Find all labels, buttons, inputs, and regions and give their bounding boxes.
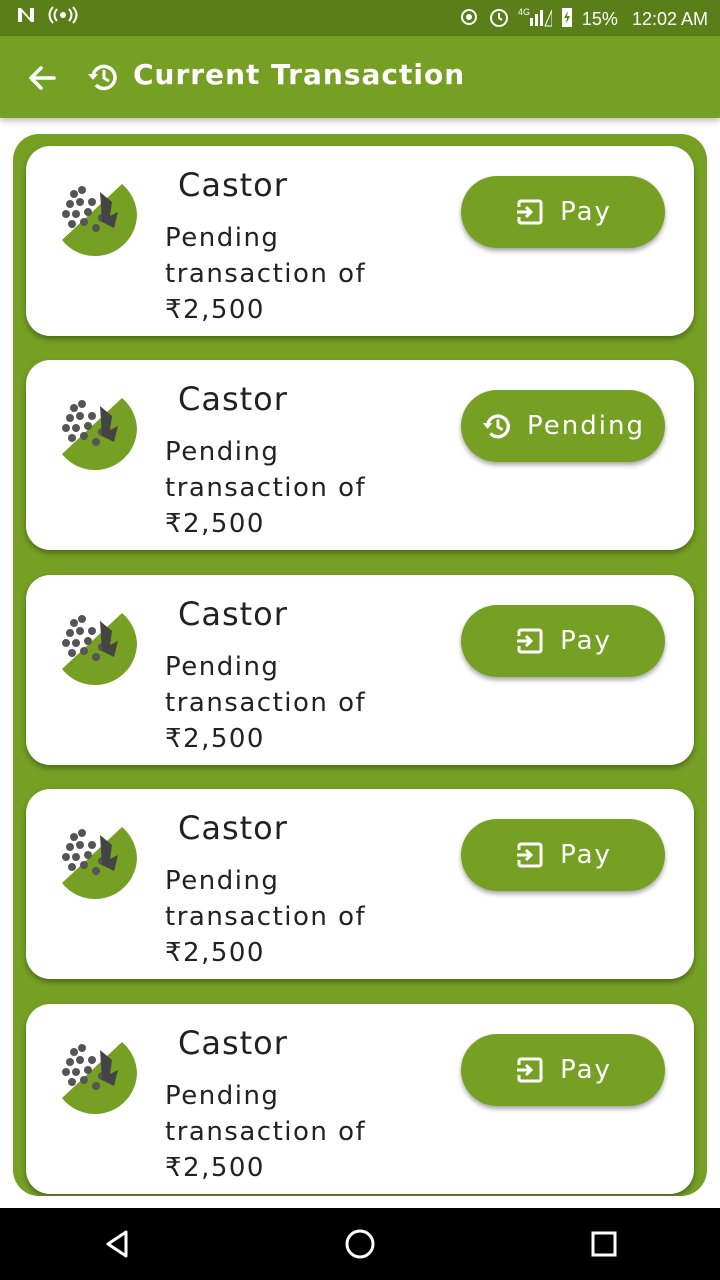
nav-back-icon[interactable] [102, 1228, 134, 1260]
nav-home-icon[interactable] [344, 1228, 376, 1260]
crop-name: Castor [178, 166, 288, 204]
hotspot-icon [48, 6, 78, 29]
battery-icon [560, 6, 574, 33]
crop-name: Castor [178, 809, 288, 847]
wifi-tethering-icon [458, 6, 480, 33]
transaction-card[interactable]: Castor Pending transaction of ₹2,500 Pay [26, 789, 694, 979]
exit-to-app-icon [517, 1057, 543, 1083]
castor-plant-thumbnail [52, 601, 138, 687]
crop-name: Castor [178, 380, 288, 418]
transaction-description: Pending transaction of ₹2,500 [165, 866, 367, 968]
castor-plant-thumbnail [52, 815, 138, 901]
transaction-description: Pending transaction of ₹2,500 [165, 652, 367, 754]
castor-plant-thumbnail [52, 386, 138, 472]
page-title: Current Transaction [133, 58, 466, 91]
castor-plant-thumbnail [52, 172, 138, 258]
app-bar: Current Transaction [0, 36, 720, 118]
castor-plant-thumbnail [52, 1030, 138, 1116]
notification-n-icon [16, 6, 36, 29]
transaction-description: Pending transaction of ₹2,500 [165, 1081, 367, 1183]
crop-name: Castor [178, 1024, 288, 1062]
pay-button[interactable]: Pay [461, 1034, 665, 1106]
nav-recents-icon[interactable] [588, 1228, 620, 1260]
pay-button-label: Pay [560, 840, 612, 870]
history-icon [482, 414, 510, 439]
svg-text:4G: 4G [518, 7, 530, 17]
pay-button-label: Pay [560, 1055, 612, 1085]
back-arrow-icon[interactable] [24, 60, 60, 96]
transaction-card[interactable]: Castor Pending transaction of ₹2,500 Pay [26, 1004, 694, 1194]
status-bar: 4G 15% 12:02 AM [0, 0, 720, 36]
pending-button[interactable]: Pending [461, 390, 665, 462]
transaction-card[interactable]: Castor Pending transaction of ₹2,500 Pay [26, 146, 694, 336]
alarm-icon [488, 6, 510, 33]
pay-button[interactable]: Pay [461, 176, 665, 248]
system-nav-bar [0, 1208, 720, 1280]
history-icon [86, 60, 120, 94]
pay-button-label: Pay [560, 626, 612, 656]
exit-to-app-icon [517, 628, 543, 654]
pay-button[interactable]: Pay [461, 819, 665, 891]
signal-icon: 4G [518, 6, 553, 33]
transaction-card[interactable]: Castor Pending transaction of ₹2,500 Pay [26, 575, 694, 765]
transaction-card[interactable]: Castor Pending transaction of ₹2,500 Pen… [26, 360, 694, 550]
transaction-list[interactable]: Castor Pending transaction of ₹2,500 Pay… [13, 134, 707, 1196]
exit-to-app-icon [517, 199, 543, 225]
clock: 12:02 AM [631, 9, 708, 29]
pending-button-label: Pending [527, 411, 645, 441]
battery-percent: 15% [581, 9, 618, 29]
pay-button[interactable]: Pay [461, 605, 665, 677]
crop-name: Castor [178, 595, 288, 633]
transaction-description: Pending transaction of ₹2,500 [165, 437, 367, 539]
transaction-description: Pending transaction of ₹2,500 [165, 223, 367, 325]
pay-button-label: Pay [560, 197, 612, 227]
exit-to-app-icon [517, 842, 543, 868]
